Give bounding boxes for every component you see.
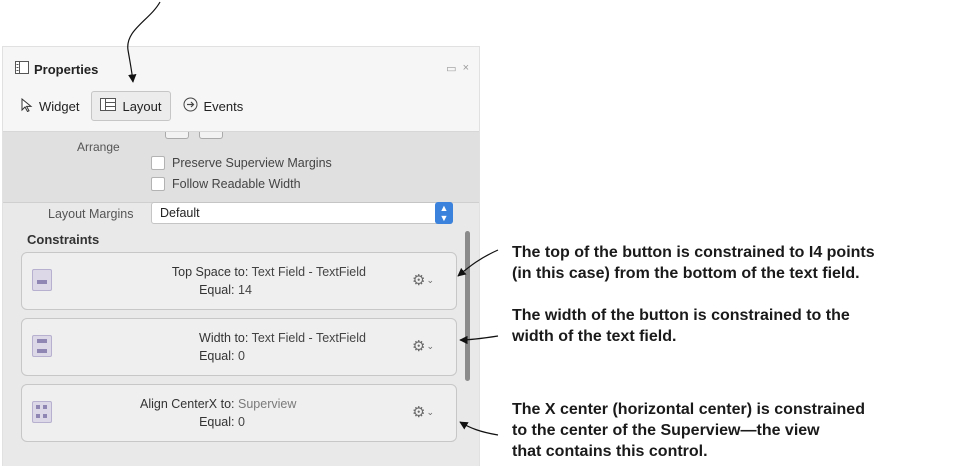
layout-margins-value: Default	[160, 206, 200, 220]
float-window-icon[interactable]: ▭	[446, 62, 456, 75]
follow-readable-width-checkbox[interactable]	[151, 177, 165, 191]
events-arrow-icon	[183, 97, 198, 115]
window-controls: ▭ ×	[446, 62, 469, 75]
annotation-center-x: The X center (horizontal center) is cons…	[512, 401, 865, 460]
layout-content: Arrange Preserve Superview Margins Follo…	[3, 131, 479, 466]
constraint-card-top-space[interactable]: Top Space to: Text Field - TextField Equ…	[21, 252, 457, 310]
constraint-relation-line: Width to: Text Field - TextField	[199, 331, 366, 345]
screenshot-page: Properties ▭ × Widget Layout Events Arra…	[0, 0, 972, 466]
tab-events[interactable]: Events	[175, 91, 252, 121]
tab-layout-label: Layout	[122, 98, 162, 114]
gear-icon[interactable]: ⚙ ⌄	[412, 403, 434, 421]
tab-layout[interactable]: Layout	[91, 91, 171, 121]
center-x-constraint-icon	[32, 401, 52, 423]
panel-header: Properties ▭ ×	[3, 47, 479, 87]
tab-bar: Widget Layout Events	[13, 89, 251, 123]
constraint-constant-line: Equal: 14	[199, 283, 252, 297]
scrollbar-thumb[interactable]	[465, 231, 470, 381]
constraint-relation-line: Align CenterX to: Superview	[140, 397, 297, 411]
arrange-button-1[interactable]	[165, 132, 189, 139]
top-space-constraint-icon	[32, 269, 52, 291]
select-stepper-icon: ▲ ▼	[435, 202, 453, 224]
preserve-superview-margins-row[interactable]: Preserve Superview Margins	[151, 156, 332, 170]
preserve-superview-margins-checkbox[interactable]	[151, 156, 165, 170]
panel-title-text: Properties	[34, 61, 99, 77]
arrange-label: Arrange	[77, 140, 120, 154]
properties-icon	[15, 61, 29, 77]
constraints-heading: Constraints	[27, 232, 100, 247]
width-constraint-icon	[32, 335, 52, 357]
panel-title: Properties	[15, 61, 98, 77]
tab-widget-label: Widget	[39, 98, 80, 114]
checkbox-label: Preserve Superview Margins	[172, 156, 332, 170]
layout-icon	[100, 98, 117, 114]
tab-widget[interactable]: Widget	[13, 91, 87, 121]
arrange-button-2[interactable]	[199, 132, 223, 139]
gear-icon[interactable]: ⚙ ⌄	[412, 271, 434, 289]
close-icon[interactable]: ×	[463, 62, 469, 75]
constraint-constant-line: Equal: 0	[199, 415, 245, 429]
follow-readable-width-row[interactable]: Follow Readable Width	[151, 177, 301, 191]
checkbox-label: Follow Readable Width	[172, 177, 301, 191]
pointer-icon	[21, 97, 33, 115]
constraint-card-center-x[interactable]: Align CenterX to: Superview Equal: 0 ⚙ ⌄	[21, 384, 457, 442]
layout-margins-select[interactable]: Default ▲ ▼	[151, 202, 453, 224]
annotation-top-space: The top of the button is constrained to …	[512, 244, 875, 282]
constraint-relation-line: Top Space to: Text Field - TextField	[171, 265, 366, 279]
constraint-card-width[interactable]: Width to: Text Field - TextField Equal: …	[21, 318, 457, 376]
layout-margins-label: Layout Margins	[48, 207, 134, 221]
tab-events-label: Events	[203, 98, 244, 114]
constraint-constant-line: Equal: 0	[199, 349, 245, 363]
gear-icon[interactable]: ⚙ ⌄	[412, 337, 434, 355]
properties-panel: Properties ▭ × Widget Layout Events Arra…	[2, 46, 480, 466]
annotation-width: The width of the button is constrained t…	[512, 307, 850, 345]
arrange-section: Arrange Preserve Superview Margins Follo…	[3, 132, 479, 203]
